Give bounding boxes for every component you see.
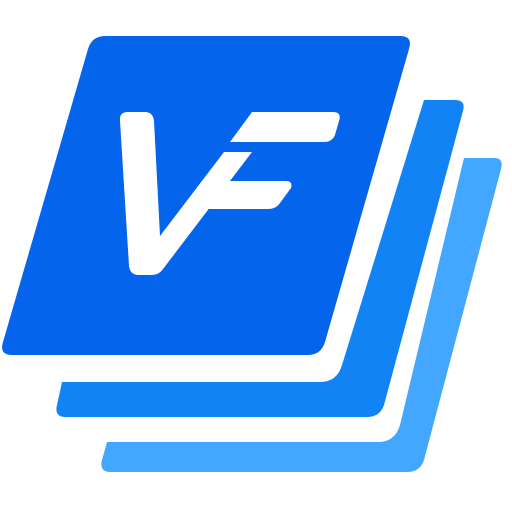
app-logo xyxy=(0,0,512,512)
stacked-layers-logo-icon xyxy=(2,36,502,472)
